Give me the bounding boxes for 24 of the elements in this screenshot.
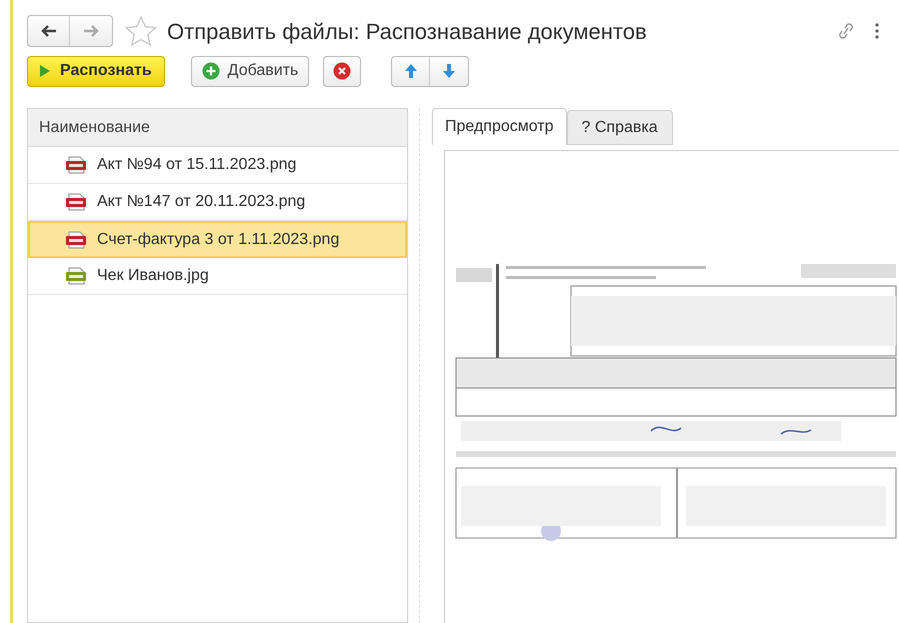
play-icon [40,65,50,77]
up-arrow-icon [404,63,418,79]
tab[interactable]: ? Справка [566,110,673,145]
column-header: Наименование [28,109,407,147]
left-arrow-icon [40,25,56,37]
tab[interactable]: Предпросмотр [432,108,567,145]
recognize-button[interactable]: Распознать [27,56,165,86]
delete-button[interactable] [323,56,362,86]
star-icon[interactable] [125,16,157,46]
file-row[interactable]: Акт №94 от 15.11.2023.png [28,147,407,184]
file-row[interactable]: Счет-фактура 3 от 1.11.2023.png [28,221,407,258]
more-icon[interactable] [875,23,879,39]
image-file-icon [66,156,86,174]
window-title: Отправить файлы: Распознавание документов [167,18,647,46]
image-file-icon [66,267,86,285]
link-icon[interactable] [837,21,855,41]
plus-icon [202,62,220,80]
image-file-icon [66,230,86,248]
right-arrow-icon [83,25,99,37]
file-row[interactable]: Чек Иванов.jpg [28,258,407,295]
delete-icon [333,62,352,80]
down-arrow-icon [442,63,456,79]
add-button[interactable]: Добавить [190,56,310,86]
image-file-icon [66,193,86,211]
